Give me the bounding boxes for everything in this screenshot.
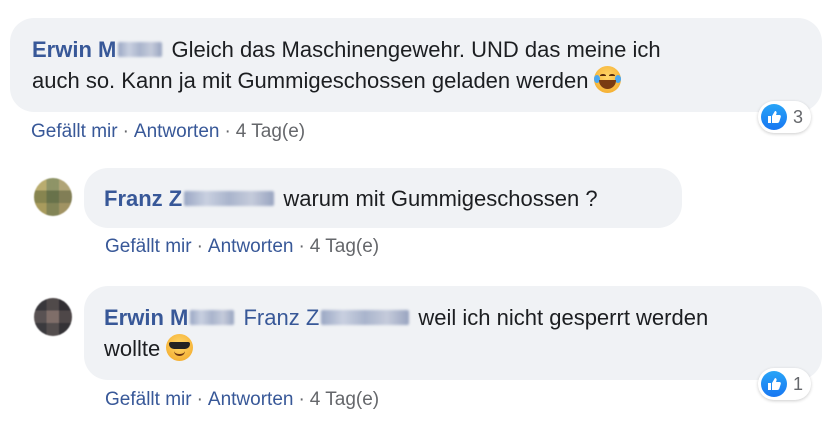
- comment-bubble: Erwin M Franz Z weil ich nicht gesperrt …: [84, 286, 822, 380]
- comment-actions: Gefällt mir · Antworten · 4 Tag(e): [105, 236, 379, 258]
- blurred-name: [190, 310, 235, 326]
- reaction-badge[interactable]: 3: [758, 101, 812, 133]
- comment-text: auch so. Kann ja mit Gummigeschossen gel…: [32, 68, 589, 93]
- like-link[interactable]: Gefällt mir: [105, 389, 192, 410]
- timestamp[interactable]: 4 Tag(e): [236, 121, 305, 142]
- blurred-name: [184, 191, 275, 207]
- avatar[interactable]: [34, 298, 72, 336]
- separator: ·: [298, 236, 305, 257]
- blurred-name: [118, 42, 163, 58]
- like-icon: [761, 371, 787, 397]
- separator: ·: [122, 121, 129, 142]
- comment-text: warum mit Gummigeschossen ?: [283, 186, 598, 211]
- comment-actions: Gefällt mir · Antworten · 4 Tag(e): [105, 389, 379, 411]
- like-icon: [761, 104, 787, 130]
- comment-text: weil ich nicht gesperrt werden: [418, 305, 709, 330]
- comment-bubble: Erwin M Gleich das Maschinengewehr. UND …: [10, 18, 822, 112]
- reply-link[interactable]: Antworten: [208, 236, 294, 257]
- timestamp[interactable]: 4 Tag(e): [310, 236, 379, 257]
- comment-author[interactable]: Franz Z: [104, 186, 277, 211]
- reaction-count: 3: [793, 106, 804, 127]
- comment-text: wollte: [104, 336, 161, 361]
- like-link[interactable]: Gefällt mir: [31, 121, 118, 142]
- sunglasses-face-icon: [166, 334, 194, 361]
- separator: ·: [196, 389, 203, 410]
- comment-author[interactable]: Erwin M: [32, 37, 165, 62]
- separator: ·: [298, 389, 305, 410]
- avatar[interactable]: [34, 178, 72, 216]
- reply-link[interactable]: Antworten: [134, 121, 220, 142]
- like-link[interactable]: Gefällt mir: [105, 236, 192, 257]
- timestamp[interactable]: 4 Tag(e): [310, 389, 379, 410]
- mention-link[interactable]: Franz Z: [243, 305, 412, 330]
- reply-link[interactable]: Antworten: [208, 389, 294, 410]
- laughing-with-tears-icon: [594, 66, 622, 93]
- separator: ·: [224, 121, 231, 142]
- separator: ·: [196, 236, 203, 257]
- comment-text: Gleich das Maschinengewehr. UND das mein…: [171, 37, 661, 62]
- reaction-badge[interactable]: 1: [758, 368, 812, 400]
- reaction-count: 1: [793, 373, 804, 394]
- comment-bubble: Franz Z warum mit Gummigeschossen ?: [84, 168, 682, 228]
- comment-actions: Gefällt mir · Antworten · 4 Tag(e): [31, 121, 305, 143]
- comment-author[interactable]: Erwin M: [104, 305, 237, 330]
- blurred-name: [321, 310, 410, 326]
